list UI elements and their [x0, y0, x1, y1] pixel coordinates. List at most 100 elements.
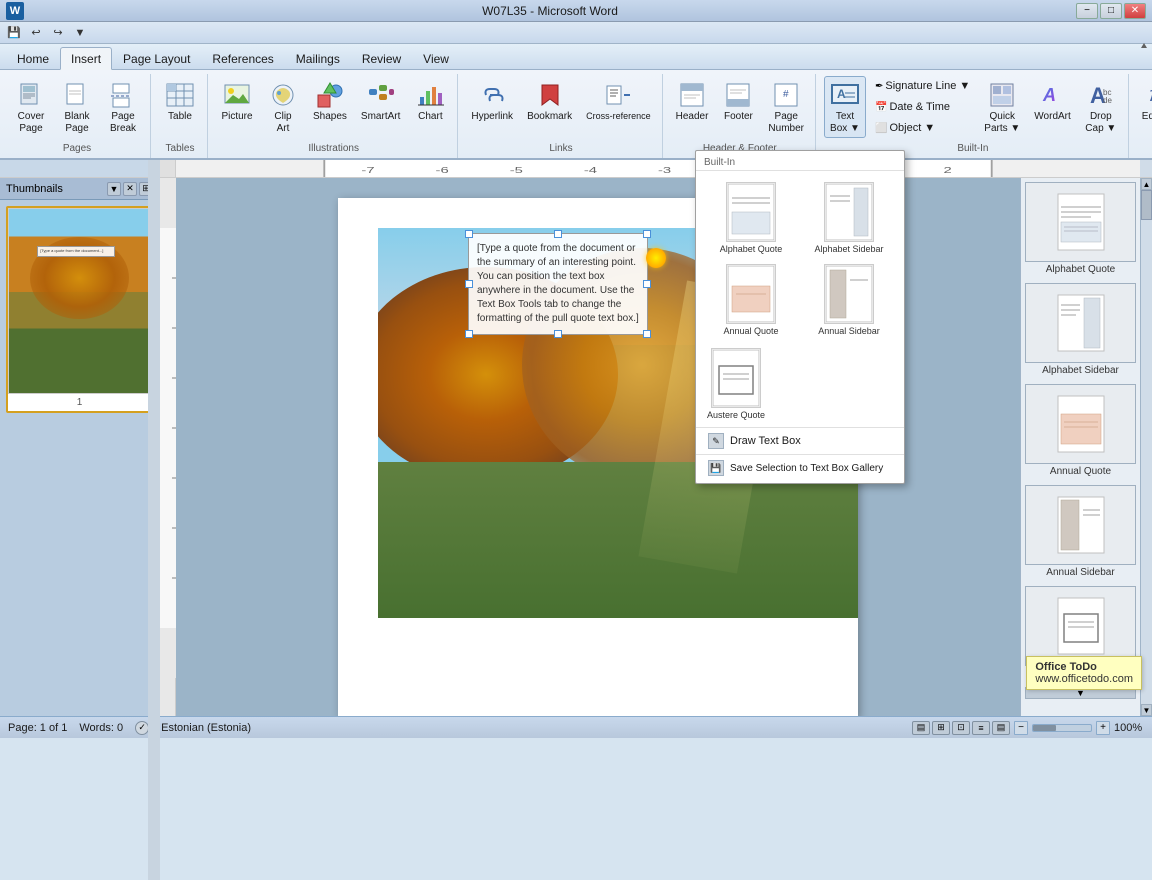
full-screen-btn[interactable]: ⊞ — [932, 721, 950, 735]
dropdown-item-alphabet-sidebar[interactable]: Alphabet Sidebar — [802, 179, 896, 257]
page-break-button[interactable]: PageBreak — [102, 76, 144, 138]
ribbon: CoverPage BlankPage — [0, 70, 1152, 160]
sidebar-close[interactable]: ✕ — [123, 182, 137, 196]
table-button[interactable]: Table — [159, 76, 201, 126]
blank-page-label: BlankPage — [64, 111, 89, 135]
scroll-track — [1141, 190, 1152, 704]
clip-art-button[interactable]: ClipArt — [262, 76, 304, 138]
tab-view[interactable]: View — [412, 47, 460, 69]
tab-insert[interactable]: Insert — [60, 47, 112, 70]
sidebar-dropdown[interactable]: ▼ — [107, 182, 121, 196]
zoom-in-btn[interactable]: + — [1096, 721, 1110, 735]
resize-handle-mr[interactable] — [643, 280, 651, 288]
sidebar-content: [Type a quote from the document...] 1 — [0, 200, 159, 716]
sidebar: Thumbnails ▼ ✕ ⊞ [Type a quote from the … — [0, 178, 160, 716]
austere-quote-thumb — [1025, 586, 1136, 666]
tab-page-layout[interactable]: Page Layout — [112, 47, 201, 69]
alphabet-quote-label: Alphabet Quote — [1025, 264, 1136, 275]
resize-handle-tc[interactable] — [554, 230, 562, 238]
tab-references[interactable]: References — [201, 47, 284, 69]
title-bar-left: W — [6, 2, 24, 20]
table-icon — [164, 79, 196, 111]
cover-page-button[interactable]: CoverPage — [10, 76, 52, 138]
page-number-label: PageNumber — [768, 111, 804, 135]
dropdown-item-annual-sidebar[interactable]: Annual Sidebar — [802, 261, 896, 339]
restore-button[interactable]: □ — [1100, 3, 1122, 19]
outline-btn[interactable]: ≡ — [972, 721, 990, 735]
qat-redo[interactable]: ↪ — [48, 24, 68, 42]
panel-item-annual-sidebar[interactable]: Annual Sidebar — [1025, 485, 1136, 578]
wordart-button[interactable]: A WordArt — [1029, 76, 1076, 126]
signature-line-button[interactable]: ✒ Signature Line ▼ — [870, 76, 975, 96]
header-button[interactable]: Header — [671, 76, 714, 126]
page-number-button[interactable]: # PageNumber — [763, 76, 809, 138]
qat-save[interactable]: 💾 — [4, 24, 24, 42]
page-thumbnail-1[interactable]: [Type a quote from the document...] 1 — [6, 206, 153, 413]
cross-reference-button[interactable]: Cross-reference — [581, 76, 656, 125]
window-title: W07L35 - Microsoft Word — [24, 4, 1076, 18]
qat-dropdown[interactable]: ▼ — [70, 24, 90, 42]
tables-buttons: Table — [159, 76, 201, 141]
resize-handle-tr[interactable] — [643, 230, 651, 238]
resize-handle-ml[interactable] — [465, 280, 473, 288]
word-count: Words: 0 — [79, 722, 123, 734]
scroll-thumb[interactable] — [1141, 190, 1152, 220]
tab-review[interactable]: Review — [351, 47, 412, 69]
textbox-icon: A — [829, 79, 861, 111]
minimize-button[interactable]: − — [1076, 3, 1098, 19]
page-break-label: PageBreak — [110, 111, 136, 135]
alphabet-quote-thumb — [1025, 182, 1136, 262]
pull-quote-textbox[interactable]: [Type a quote from the document or the s… — [468, 233, 648, 335]
cross-reference-label: Cross-reference — [586, 111, 651, 122]
blank-page-button[interactable]: BlankPage — [56, 76, 98, 138]
dropdown-item-austere-quote[interactable]: Austere Quote — [704, 345, 768, 423]
cross-reference-icon — [602, 79, 634, 111]
text-box-button[interactable]: A TextBox ▼ — [824, 76, 866, 138]
shapes-label: Shapes — [313, 111, 347, 123]
dropdown-label-austere-quote: Austere Quote — [707, 410, 765, 420]
object-button[interactable]: ⬜ Object ▼ — [870, 118, 975, 138]
resize-handle-br[interactable] — [643, 330, 651, 338]
annual-quote-thumb — [1025, 384, 1136, 464]
panel-item-alphabet-sidebar[interactable]: Alphabet Sidebar — [1025, 283, 1136, 376]
zoom-slider[interactable] — [1032, 724, 1092, 732]
qat-undo[interactable]: ↩ — [26, 24, 46, 42]
annual-sidebar-thumb — [1025, 485, 1136, 565]
header-footer-buttons: Header Footer # — [671, 76, 809, 141]
tab-mailings[interactable]: Mailings — [285, 47, 351, 69]
date-time-button[interactable]: 📅 Date & Time — [870, 97, 975, 117]
dropdown-item-alphabet-quote[interactable]: Alphabet Quote — [704, 179, 798, 257]
dropdown-item-annual-quote[interactable]: Annual Quote — [704, 261, 798, 339]
dropdown-label-annual-sidebar: Annual Sidebar — [818, 326, 880, 336]
quick-parts-button[interactable]: QuickParts ▼ — [979, 76, 1025, 138]
dropdown-action-draw[interactable]: ✎ Draw Text Box — [696, 430, 904, 452]
zoom-out-btn[interactable]: − — [1014, 721, 1028, 735]
bookmark-button[interactable]: Bookmark — [522, 76, 577, 126]
tab-home[interactable]: Home — [6, 47, 60, 69]
shapes-button[interactable]: Shapes — [308, 76, 352, 126]
scroll-up-button[interactable]: ▲ — [1141, 178, 1152, 190]
ribbon-tabs: Home Insert Page Layout References Maili… — [0, 44, 1152, 70]
picture-button[interactable]: Picture — [216, 76, 258, 126]
panel-item-annual-quote[interactable]: Annual Quote — [1025, 384, 1136, 477]
sidebar-scrollbar — [148, 160, 160, 880]
draft-btn[interactable]: ▤ — [992, 721, 1010, 735]
status-left: Page: 1 of 1 Words: 0 ✓ Estonian (Estoni… — [8, 721, 251, 735]
drop-cap-button[interactable]: A bc de DropCap ▼ — [1080, 76, 1122, 138]
page-break-icon — [107, 79, 139, 111]
hyperlink-button[interactable]: Hyperlink — [466, 76, 518, 126]
ribbon-collapse-button[interactable] — [1136, 70, 1152, 90]
smartart-button[interactable]: SmartArt — [356, 76, 405, 126]
print-layout-btn[interactable]: ▤ — [912, 721, 930, 735]
chart-button[interactable]: Chart — [409, 76, 451, 126]
web-layout-btn[interactable]: ⊡ — [952, 721, 970, 735]
ruler-area: -7 -6 -5 -4 -3 -2 -1 1 2 — [176, 160, 1140, 177]
panel-item-alphabet-quote[interactable]: Alphabet Quote — [1025, 182, 1136, 275]
resize-handle-tl[interactable] — [465, 230, 473, 238]
footer-button[interactable]: Footer — [717, 76, 759, 126]
resize-handle-bc[interactable] — [554, 330, 562, 338]
footer-label: Footer — [724, 111, 753, 123]
resize-handle-bl[interactable] — [465, 330, 473, 338]
scroll-down-button[interactable]: ▼ — [1141, 704, 1152, 716]
dropdown-action-save[interactable]: 💾 Save Selection to Text Box Gallery — [696, 457, 904, 479]
